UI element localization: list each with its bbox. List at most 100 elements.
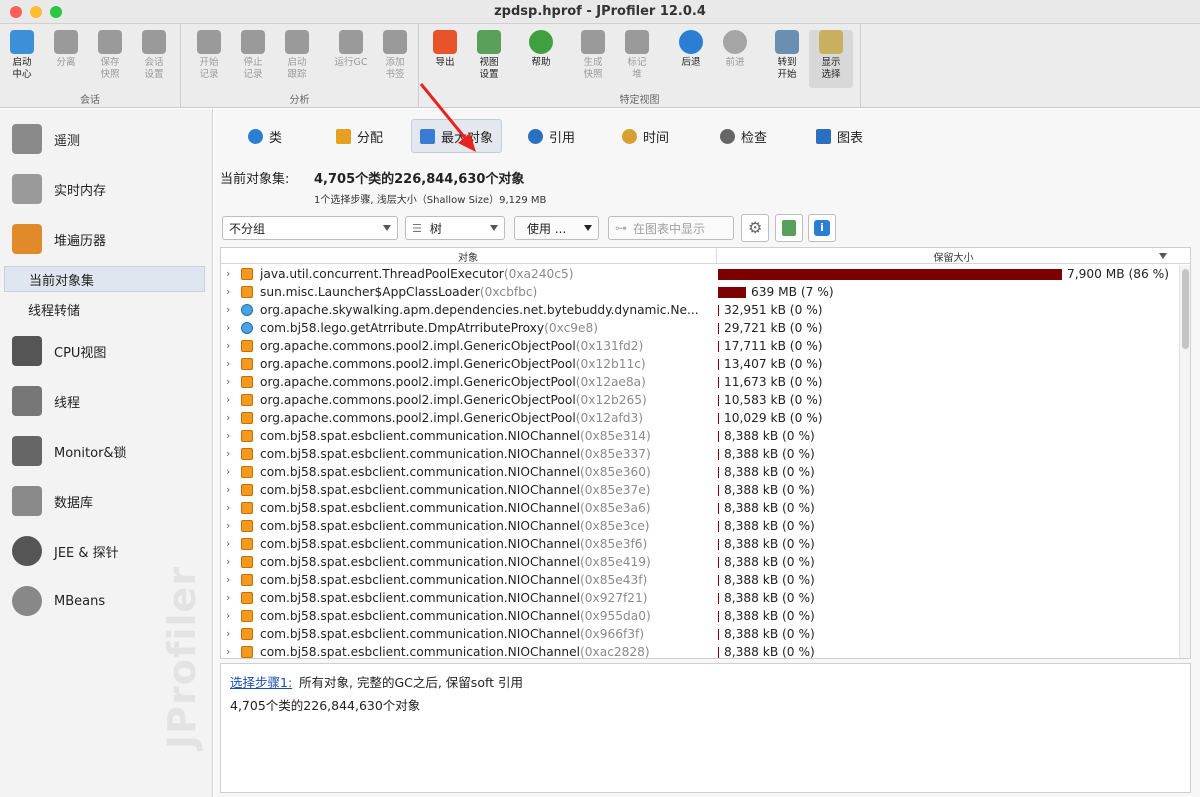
sidebar-item-6[interactable]: 线程 bbox=[0, 381, 213, 421]
object-address: (0x85e360) bbox=[580, 465, 651, 479]
table-row[interactable]: › com.bj58.spat.esbclient.communication.N… bbox=[221, 499, 1179, 517]
column-header-retained-size[interactable]: 保留大小 bbox=[716, 249, 1190, 264]
take-snapshot-button[interactable]: 生成 快照 bbox=[571, 30, 615, 88]
expand-chevron-icon[interactable]: › bbox=[226, 339, 230, 352]
garbage-collection-button[interactable] bbox=[775, 214, 803, 242]
expand-chevron-icon[interactable]: › bbox=[226, 537, 230, 550]
run-gc-button[interactable]: 运行GC bbox=[329, 30, 373, 88]
expand-chevron-icon[interactable]: › bbox=[226, 285, 230, 298]
expand-chevron-icon[interactable]: › bbox=[226, 591, 230, 604]
expand-chevron-icon[interactable]: › bbox=[226, 519, 230, 532]
column-header-object[interactable]: 对象 bbox=[221, 249, 715, 264]
expand-chevron-icon[interactable]: › bbox=[226, 609, 230, 622]
save-snapshot-button[interactable]: 保存 快照 bbox=[88, 30, 132, 88]
tab-time[interactable]: 时间 bbox=[614, 119, 677, 153]
table-row[interactable]: › org.apache.commons.pool2.impl.GenericOb… bbox=[221, 355, 1179, 373]
tab-class[interactable]: 类 bbox=[240, 119, 290, 153]
start-recording-button[interactable]: 开始 记录 bbox=[187, 30, 231, 88]
table-row[interactable]: › com.bj58.spat.esbclient.communication.N… bbox=[221, 571, 1179, 589]
sidebar-item-10[interactable]: MBeans bbox=[0, 581, 213, 621]
tab-allocations[interactable]: 分配 bbox=[328, 119, 391, 153]
retained-size-bar bbox=[718, 467, 719, 478]
inspection-settings-button[interactable]: ⚙ bbox=[741, 214, 769, 242]
use-button[interactable]: 使用 ... bbox=[514, 216, 599, 240]
expand-chevron-icon[interactable]: › bbox=[226, 573, 230, 586]
go-home-button[interactable]: 转到 开始 bbox=[765, 30, 809, 88]
table-row[interactable]: › com.bj58.spat.esbclient.communication.N… bbox=[221, 553, 1179, 571]
detach-button[interactable]: 分离 bbox=[44, 30, 88, 88]
expand-chevron-icon[interactable]: › bbox=[226, 303, 230, 316]
expand-chevron-icon[interactable]: › bbox=[226, 483, 230, 496]
table-row[interactable]: › com.bj58.spat.esbclient.communication.N… bbox=[221, 607, 1179, 625]
add-bookmark-button[interactable]: 添加 书签 bbox=[373, 30, 417, 88]
help-button[interactable]: 帮助 bbox=[519, 30, 563, 88]
table-row[interactable]: › com.bj58.spat.esbclient.communication.N… bbox=[221, 517, 1179, 535]
info-button[interactable]: i bbox=[808, 214, 836, 242]
view-selector-sidebar: JProfiler 遥测 实时内存 堆遍历器 当前对象集 线程转储 CPU视图 线程 Moni… bbox=[0, 109, 213, 797]
expand-chevron-icon[interactable]: › bbox=[226, 375, 230, 388]
sidebar-item-0[interactable]: 遥测 bbox=[0, 119, 213, 159]
expand-chevron-icon[interactable]: › bbox=[226, 555, 230, 568]
sidebar-item-1[interactable]: 实时内存 bbox=[0, 169, 213, 209]
sidebar-subitem-3[interactable]: 当前对象集 bbox=[4, 266, 205, 292]
launch-center-button[interactable]: 启动 中心 bbox=[0, 30, 44, 88]
expand-chevron-icon[interactable]: › bbox=[226, 411, 230, 424]
table-row[interactable]: › org.apache.commons.pool2.impl.GenericOb… bbox=[221, 391, 1179, 409]
vertical-scrollbar[interactable] bbox=[1179, 265, 1190, 658]
show-selection-button[interactable]: 显示 选择 bbox=[809, 30, 853, 88]
scrollbar-thumb[interactable] bbox=[1182, 269, 1189, 349]
table-row[interactable]: › com.bj58.spat.esbclient.communication.N… bbox=[221, 463, 1179, 481]
expand-chevron-icon[interactable]: › bbox=[226, 321, 230, 334]
mark-heap-button[interactable]: 标记 堆 bbox=[615, 30, 659, 88]
view-settings-button[interactable]: 视图 设置 bbox=[467, 30, 511, 88]
retained-size-value: 8,388 kB (0 %) bbox=[724, 609, 815, 623]
table-row[interactable]: › com.bj58.spat.esbclient.communication.N… bbox=[221, 535, 1179, 553]
expand-chevron-icon[interactable]: › bbox=[226, 447, 230, 460]
tab-biggest-objects[interactable]: 最大对象 bbox=[411, 119, 503, 153]
table-row[interactable]: › org.apache.commons.pool2.impl.GenericOb… bbox=[221, 373, 1179, 391]
expand-chevron-icon[interactable]: › bbox=[226, 501, 230, 514]
object-class-name: org.apache.commons.pool2.impl.GenericObj… bbox=[260, 375, 576, 389]
table-row[interactable]: › com.bj58.spat.esbclient.communication.N… bbox=[221, 445, 1179, 463]
table-row[interactable]: › com.bj58.spat.esbclient.communication.N… bbox=[221, 625, 1179, 643]
object-name: org.apache.commons.pool2.impl.GenericObj… bbox=[260, 339, 700, 353]
table-row[interactable]: › java.util.concurrent.ThreadPoolExecutor… bbox=[221, 265, 1179, 283]
sidebar-item-7[interactable]: Monitor&锁 bbox=[0, 431, 213, 471]
sidebar-item-9[interactable]: JEE & 探针 bbox=[0, 531, 213, 571]
tab-references[interactable]: 引用 bbox=[520, 119, 583, 153]
view-mode-select[interactable]: ☰ 树 bbox=[405, 216, 505, 240]
sidebar-item-8[interactable]: 数据库 bbox=[0, 481, 213, 521]
expand-chevron-icon[interactable]: › bbox=[226, 627, 230, 640]
session-settings-button[interactable]: 会话 设置 bbox=[132, 30, 176, 88]
grouping-select[interactable]: 不分组 bbox=[222, 216, 398, 240]
table-row[interactable]: › com.bj58.spat.esbclient.communication.N… bbox=[221, 589, 1179, 607]
show-in-graph-button[interactable]: ⊶ 在图表中显示 bbox=[608, 216, 734, 240]
expand-chevron-icon[interactable]: › bbox=[226, 267, 230, 280]
expand-chevron-icon[interactable]: › bbox=[226, 393, 230, 406]
table-row[interactable]: › org.apache.commons.pool2.impl.GenericOb… bbox=[221, 337, 1179, 355]
table-row[interactable]: › com.bj58.spat.esbclient.communication.N… bbox=[221, 427, 1179, 445]
table-row[interactable]: › com.bj58.lego.getAtrribute.DmpAtrribute… bbox=[221, 319, 1179, 337]
table-row[interactable]: › com.bj58.spat.esbclient.communication.N… bbox=[221, 643, 1179, 658]
export-button[interactable]: 导出 bbox=[423, 30, 467, 88]
table-row[interactable]: › org.apache.skywalking.apm.dependencies.… bbox=[221, 301, 1179, 319]
sidebar-item-2[interactable]: 堆遍历器 bbox=[0, 219, 213, 259]
start-tracking-button[interactable]: 启动 跟踪 bbox=[275, 30, 319, 88]
table-row[interactable]: › com.bj58.spat.esbclient.communication.N… bbox=[221, 481, 1179, 499]
sidebar-item-5[interactable]: CPU视图 bbox=[0, 331, 213, 371]
tab-graph[interactable]: 图表 bbox=[808, 119, 871, 153]
back-button[interactable]: 后退 bbox=[669, 30, 713, 88]
tab-label: 时间 bbox=[643, 130, 670, 146]
sidebar-subitem-4[interactable]: 线程转储 bbox=[4, 296, 205, 322]
tab-inspections[interactable]: 检查 bbox=[712, 119, 775, 153]
selection-step-link[interactable]: 选择步骤1: bbox=[230, 672, 292, 691]
expand-chevron-icon[interactable]: › bbox=[226, 645, 230, 658]
table-row[interactable]: › sun.misc.Launcher$AppClassLoader(0xcbfb… bbox=[221, 283, 1179, 301]
expand-chevron-icon[interactable]: › bbox=[226, 357, 230, 370]
expand-chevron-icon[interactable]: › bbox=[226, 465, 230, 478]
table-row[interactable]: › org.apache.commons.pool2.impl.GenericOb… bbox=[221, 409, 1179, 427]
retained-size-value: 8,388 kB (0 %) bbox=[724, 483, 815, 497]
expand-chevron-icon[interactable]: › bbox=[226, 429, 230, 442]
forward-button[interactable]: 前进 bbox=[713, 30, 757, 88]
stop-recording-button[interactable]: 停止 记录 bbox=[231, 30, 275, 88]
